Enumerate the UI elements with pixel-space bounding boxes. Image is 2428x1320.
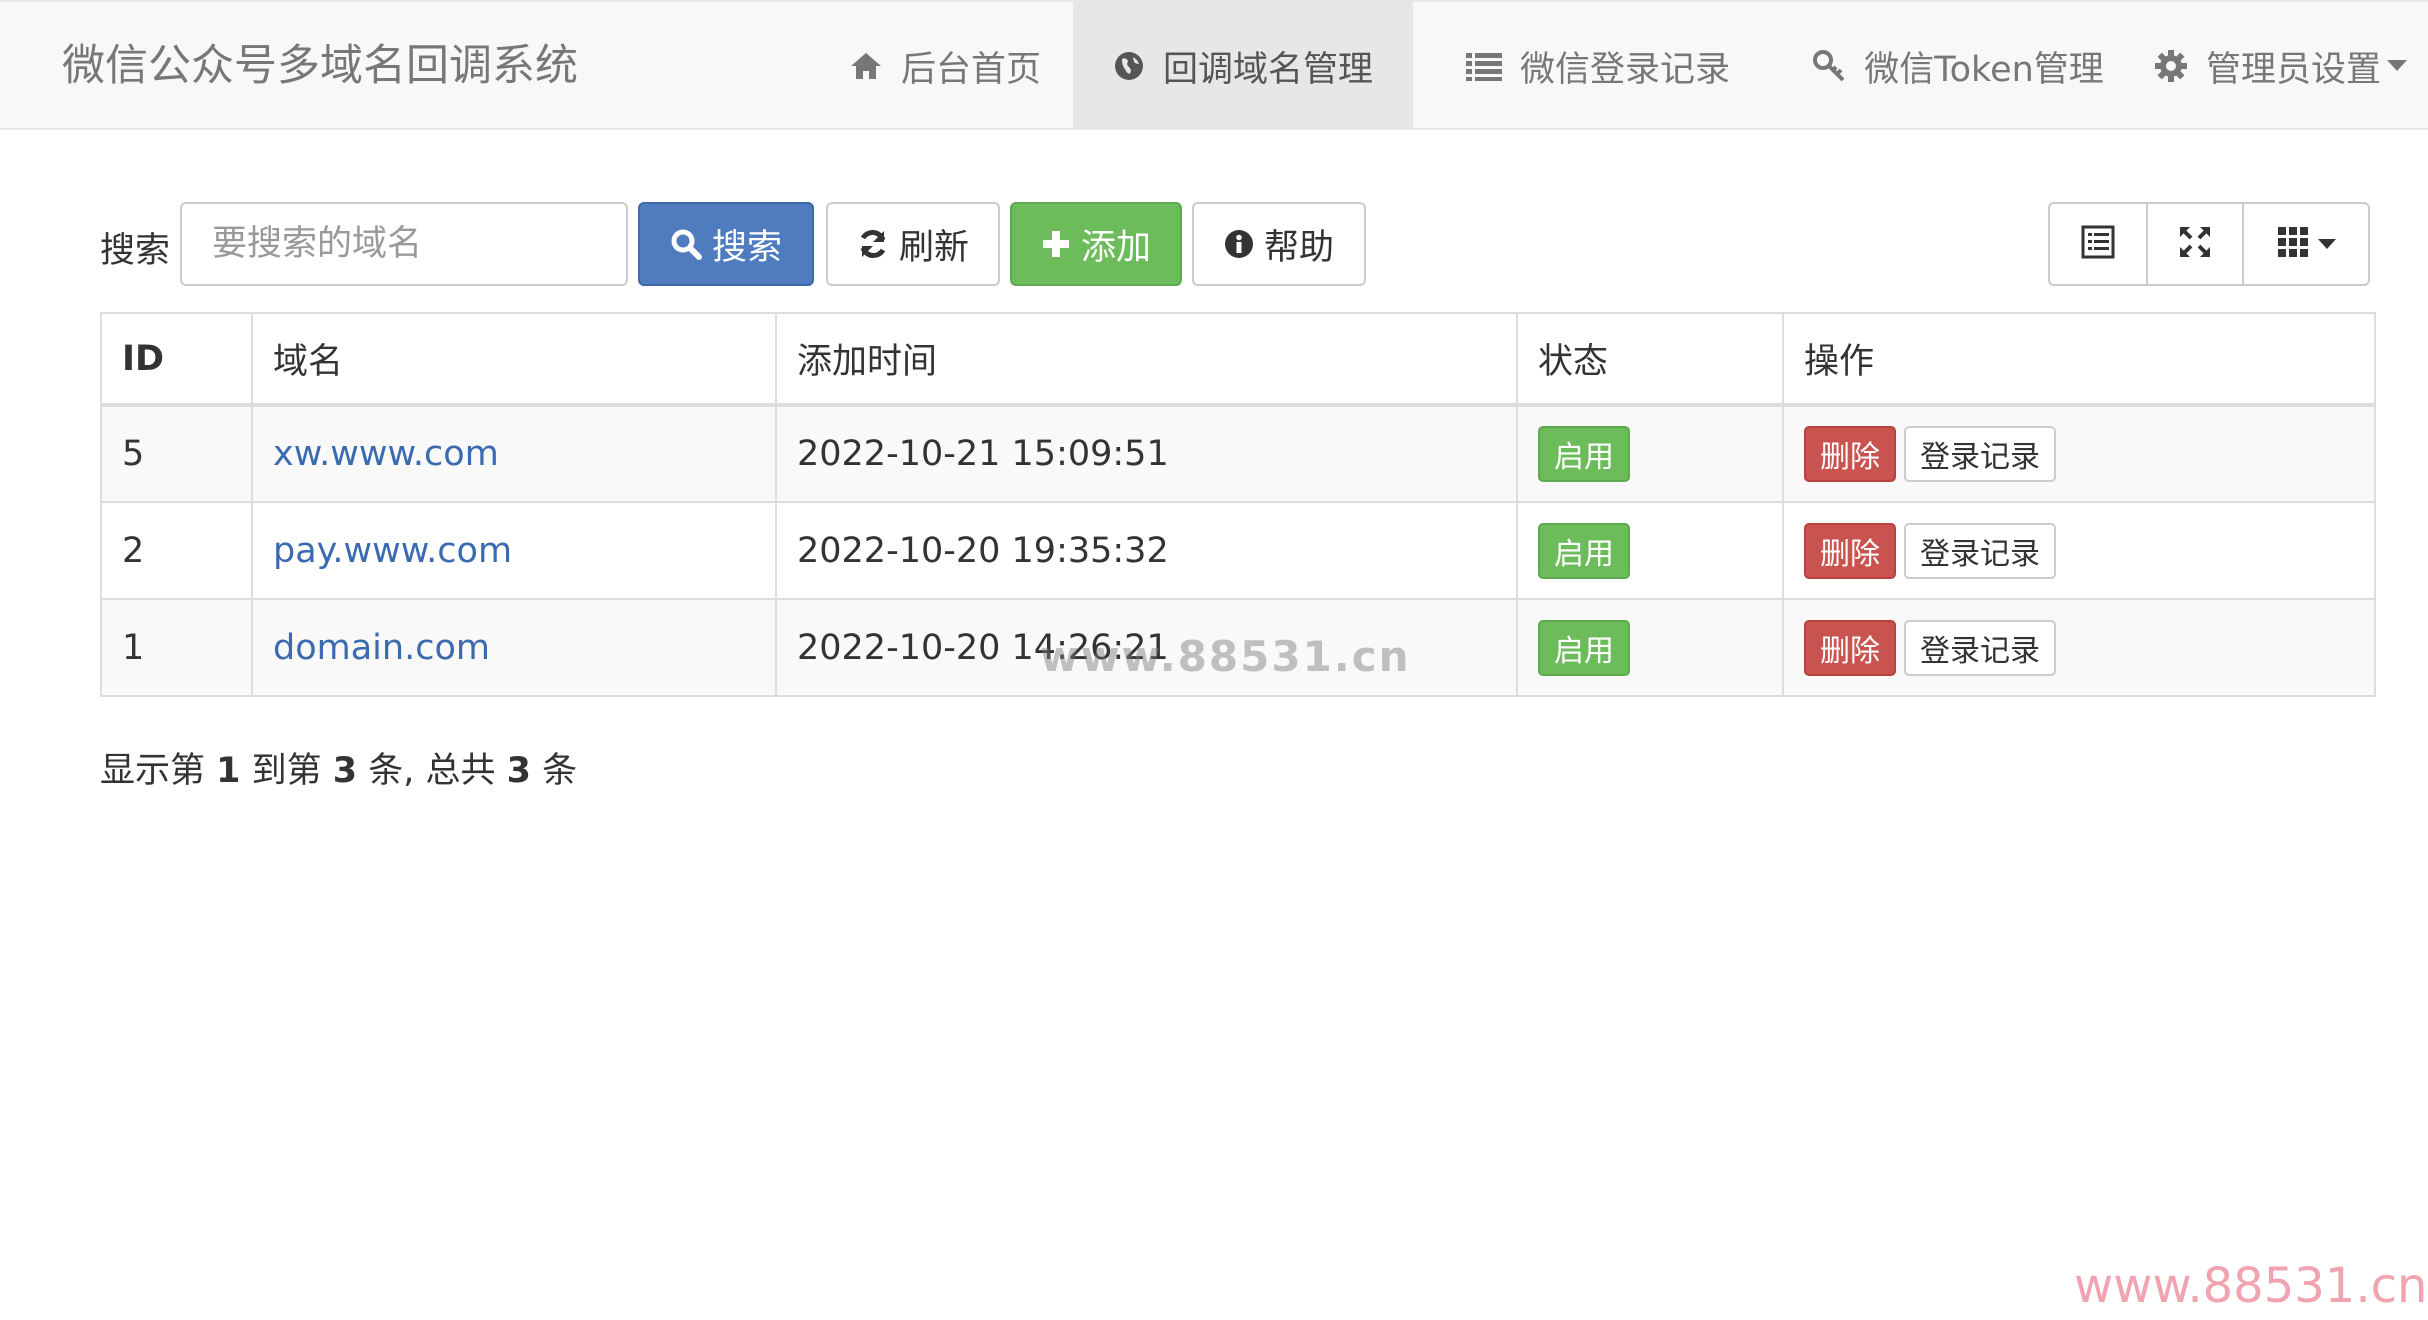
pagination-text: 显示第: [100, 751, 217, 791]
view-button-group: [2048, 202, 2372, 286]
help-button-label: 帮助: [1263, 227, 1334, 268]
search-button-label: 搜索: [711, 227, 782, 268]
nav-item-token-management[interactable]: 微信Token管理: [1783, 2, 2133, 130]
login-records-button[interactable]: 登录记录: [1904, 619, 2056, 676]
column-header-status[interactable]: 状态: [1516, 312, 1784, 407]
delete-button[interactable]: 删除: [1804, 426, 1896, 482]
cell-id: 5: [100, 404, 253, 503]
pagination-text: 条: [531, 751, 578, 791]
chevron-down-icon: [2318, 238, 2336, 250]
login-records-button[interactable]: 登录记录: [1904, 426, 2056, 482]
nav-item-callback-domains[interactable]: 回调域名管理: [1073, 2, 1413, 130]
column-header-actions[interactable]: 操作: [1782, 312, 2376, 407]
fullscreen-button[interactable]: [2146, 202, 2244, 286]
watermark: www.88531.cn: [2074, 1258, 2428, 1314]
domain-link[interactable]: pay.www.com: [273, 531, 512, 571]
delete-button[interactable]: 删除: [1804, 522, 1896, 579]
columns-icon: [2276, 225, 2310, 263]
cell-id: 1: [100, 598, 253, 697]
column-header-time[interactable]: 添加时间: [775, 312, 1518, 407]
nav-item-label: 管理员设置: [2205, 49, 2381, 90]
pagination-text: 条, 总共: [357, 751, 507, 791]
pagination-text: 到第: [240, 751, 333, 791]
nav-item-admin-settings[interactable]: 管理员设置: [2133, 2, 2428, 130]
cell-actions: 删除 登录记录: [1782, 501, 2376, 600]
plus-icon: [1041, 229, 1071, 259]
refresh-button[interactable]: 刷新: [826, 202, 1000, 286]
nav-item-label: 微信Token管理: [1864, 49, 2104, 90]
domain-link[interactable]: domain.com: [273, 628, 490, 668]
cell-time: 2022-10-20 19:35:32: [775, 501, 1518, 600]
cell-domain: xw.www.com: [251, 404, 777, 503]
cell-actions: 删除 登录记录: [1782, 598, 2376, 697]
delete-button[interactable]: 删除: [1804, 619, 1896, 676]
search-button[interactable]: 搜索: [638, 202, 814, 286]
status-badge[interactable]: 启用: [1538, 426, 1630, 482]
add-button[interactable]: 添加: [1010, 202, 1182, 286]
status-badge[interactable]: 启用: [1538, 522, 1630, 579]
column-header-id[interactable]: ID: [100, 312, 253, 407]
fullscreen-icon: [2178, 225, 2212, 263]
toggle-view-button[interactable]: [2048, 202, 2148, 286]
column-header-domain[interactable]: 域名: [251, 312, 777, 407]
cell-status: 启用: [1516, 501, 1784, 600]
gear-icon: [2154, 49, 2188, 83]
chevron-down-icon: [2387, 60, 2407, 72]
cell-domain: pay.www.com: [251, 501, 777, 600]
cell-domain: domain.com: [251, 598, 777, 697]
search-icon: [670, 228, 702, 260]
cell-status: 启用: [1516, 404, 1784, 503]
nav-item-label: 回调域名管理: [1162, 49, 1373, 90]
help-button[interactable]: 帮助: [1192, 202, 1366, 286]
domain-link[interactable]: xw.www.com: [273, 434, 499, 474]
navbar: 微信公众号多域名回调系统 后台首页 回调域名管理 微信登录记录 微信Token管…: [0, 0, 2428, 130]
nav-item-dashboard[interactable]: 后台首页: [820, 2, 1070, 130]
nav-item-label: 后台首页: [900, 49, 1041, 90]
cell-status: 启用: [1516, 598, 1784, 697]
nav-item-login-records[interactable]: 微信登录记录: [1413, 2, 1783, 130]
refresh-button-label: 刷新: [898, 227, 969, 268]
refresh-icon: [857, 228, 889, 260]
cell-actions: 删除 登录记录: [1782, 404, 2376, 503]
status-badge[interactable]: 启用: [1538, 619, 1630, 676]
watermark: www.88531.cn: [1040, 632, 1411, 681]
add-button-label: 添加: [1080, 227, 1151, 268]
cell-time: 2022-10-21 15:09:51: [775, 404, 1518, 503]
nav-menu: 后台首页 回调域名管理 微信登录记录 微信Token管理 管理员设置: [0, 2, 2428, 130]
pagination-total: 3: [506, 751, 531, 791]
columns-button[interactable]: [2242, 202, 2370, 286]
table-row: 2 pay.www.com 2022-10-20 19:35:32 启用 删除登…: [100, 501, 2376, 600]
cell-id: 2: [100, 501, 253, 600]
login-records-button[interactable]: 登录记录: [1904, 522, 2056, 579]
list-icon: [1465, 51, 1502, 81]
search-label: 搜索: [100, 231, 171, 271]
pagination-to: 3: [332, 751, 358, 791]
search-input[interactable]: [180, 202, 628, 286]
info-icon: [1224, 229, 1254, 259]
table-row: 5 xw.www.com 2022-10-21 15:09:51 启用 删除 登录…: [100, 404, 2376, 503]
nav-item-label: 微信登录记录: [1519, 49, 1730, 90]
home-icon: [849, 51, 883, 81]
table-header-row: ID 域名 添加时间 状态 操作: [100, 312, 2376, 407]
toggle-view-icon: [2081, 225, 2115, 263]
key-icon: [1812, 49, 1846, 83]
pagination-from: 1: [216, 751, 241, 791]
globe-icon: [1113, 50, 1145, 82]
pagination-info: 显示第 1 到第 3 条, 总共 3 条: [100, 742, 577, 793]
